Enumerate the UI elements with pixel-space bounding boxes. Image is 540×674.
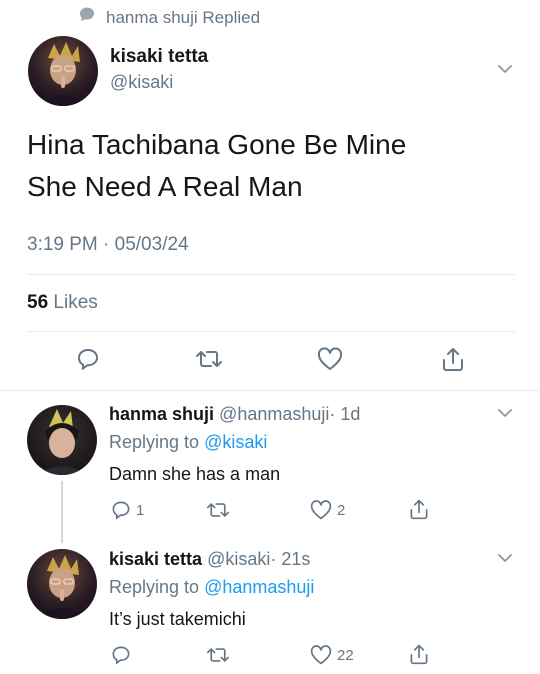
reply-icon [112,501,130,520]
share-icon [410,644,428,665]
retweet-icon [207,503,229,517]
likes-count: 56 [27,292,49,313]
reply-text: It’s just takemichi [109,609,246,629]
replying-to: Replying to @hanmashuji [109,577,314,598]
author-name[interactable]: kisaki tetta [110,46,208,68]
retweet-button[interactable] [206,499,230,521]
heart-icon [317,347,343,370]
chevron-down-icon[interactable] [496,60,514,78]
author-handle[interactable]: @kisaki [110,72,173,93]
reply-time: · 21s [270,549,311,569]
replying-to-prefix: Replying to [109,577,200,597]
chevron-down-icon[interactable] [496,549,514,567]
speech-bubble-icon [78,6,96,29]
heart-icon [310,500,332,520]
reply-button[interactable] [75,346,101,372]
context-label: hanma shuji Replied [106,7,261,27]
share-icon [443,348,463,371]
reply-header: hanma shuji @hanmashuji· 1d [109,404,360,425]
divider [0,390,540,391]
likes-label: Likes [53,292,98,313]
reply-count: 1 [136,501,145,519]
reply-text: Damn she has a man [109,464,281,484]
reply-button[interactable]: 1 [110,499,144,521]
context-header: hanma shuji Replied [78,6,260,29]
share-button[interactable] [408,497,430,521]
avatar[interactable] [27,405,97,475]
chevron-down-icon[interactable] [496,404,514,422]
replying-to: Replying to @kisaki [109,432,267,453]
avatar[interactable] [28,36,98,106]
tweet-text-line2: She Need A Real Man [27,171,303,202]
divider [27,331,515,332]
like-count: 22 [337,646,354,664]
reply-icon [112,646,130,665]
reply-author-handle[interactable]: @hanmashuji [219,404,329,424]
share-button[interactable] [408,642,430,666]
avatar[interactable] [27,549,97,619]
tweet-text-line1: Hina Tachibana Gone Be Mine [27,129,407,160]
like-button[interactable]: 22 [309,644,354,666]
replying-to-prefix: Replying to [109,432,200,452]
retweet-icon [207,648,229,662]
retweet-icon [196,351,222,367]
reply-author-name[interactable]: hanma shuji [109,404,214,424]
like-count: 2 [337,501,346,519]
retweet-button[interactable] [206,644,230,666]
thread-line [61,481,63,543]
like-button[interactable]: 2 [309,499,345,521]
divider [27,274,515,275]
replying-to-link[interactable]: @hanmashuji [204,577,314,597]
share-icon [410,499,428,520]
reply-time: · 1d [329,404,361,424]
reply-icon [77,348,99,371]
tweet-timestamp[interactable]: 3:19 PM · 05/03/24 [27,234,189,256]
reply-author-name[interactable]: kisaki tetta [109,549,202,569]
replying-to-link[interactable]: @kisaki [204,432,267,452]
likes-summary[interactable]: 56 Likes [27,292,98,314]
heart-icon [310,645,332,665]
retweet-button[interactable] [195,346,223,372]
share-button[interactable] [440,345,466,373]
like-button[interactable] [316,346,344,372]
reply-header: kisaki tetta @kisaki· 21s [109,549,310,570]
reply-author-handle[interactable]: @kisaki [207,549,270,569]
reply-button[interactable] [110,644,132,666]
